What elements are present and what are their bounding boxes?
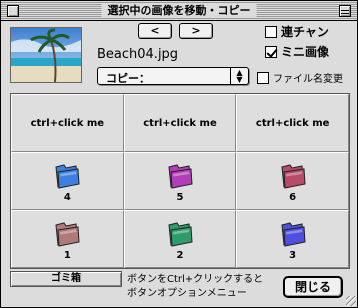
window-collapse-icon[interactable] bbox=[339, 5, 351, 17]
resize-grip[interactable] bbox=[346, 296, 356, 306]
hint-line-2: ボタンオプションメニュー bbox=[127, 288, 247, 299]
rename-file-checkbox[interactable] bbox=[257, 71, 269, 84]
folder-icon bbox=[281, 222, 306, 247]
ctrl-click-label: ctrl+click me bbox=[30, 117, 105, 129]
window-title: 選択中の画像を移動・コピー bbox=[101, 3, 257, 18]
rename-file-option[interactable]: ファイル名変更 bbox=[257, 70, 343, 85]
folder-number-label: 5 bbox=[176, 192, 184, 203]
title-bar[interactable]: 選択中の画像を移動・コピー bbox=[1, 1, 357, 21]
folder-number-label: 4 bbox=[63, 192, 71, 203]
folder-button[interactable]: 6 bbox=[236, 152, 349, 210]
mini-image-checkbox[interactable] bbox=[265, 45, 277, 58]
folder-number-label: 1 bbox=[63, 250, 71, 261]
beach-thumbnail bbox=[11, 28, 81, 82]
hint-line-1: ボタンをCtrl+クリックすると bbox=[127, 274, 264, 285]
move-copy-window: 選択中の画像を移動・コピー < > Beach04.jpg 連チャン ミニ画像 bbox=[0, 0, 358, 308]
renchan-option[interactable]: 連チャン bbox=[265, 23, 329, 40]
next-button[interactable]: > bbox=[179, 23, 213, 39]
renchan-label: 連チャン bbox=[281, 25, 329, 39]
mode-popup-value: コピー： bbox=[106, 72, 150, 85]
hint-text: ボタンをCtrl+クリックすると ボタンオプションメニュー bbox=[127, 273, 263, 301]
ctrl-click-label: ctrl+click me bbox=[255, 117, 330, 129]
destination-grid: ctrl+click me ctrl+click me ctrl+click me 4… bbox=[10, 93, 350, 269]
folder-number-label: 2 bbox=[176, 250, 184, 261]
folder-icon bbox=[281, 164, 306, 189]
folder-button[interactable]: 4 bbox=[11, 152, 124, 210]
folder-icon bbox=[168, 222, 193, 247]
up-down-arrows-icon: ▲ ▼ bbox=[230, 68, 248, 84]
image-preview bbox=[10, 27, 82, 83]
folder-button[interactable]: 1 bbox=[11, 210, 124, 268]
window-close-icon[interactable] bbox=[7, 5, 19, 17]
mini-image-option[interactable]: ミニ画像 bbox=[265, 43, 329, 60]
close-button[interactable]: 閉じる bbox=[283, 276, 343, 298]
ctrl-click-button[interactable]: ctrl+click me bbox=[123, 94, 237, 152]
folder-number-label: 3 bbox=[289, 250, 297, 261]
previous-button[interactable]: < bbox=[138, 23, 172, 39]
folder-button[interactable]: 3 bbox=[236, 210, 349, 268]
folder-button[interactable]: 5 bbox=[123, 152, 237, 210]
filename-label: Beach04.jpg bbox=[97, 47, 179, 62]
ctrl-click-label: ctrl+click me bbox=[143, 117, 217, 129]
ctrl-click-button[interactable]: ctrl+click me bbox=[11, 94, 124, 152]
rename-file-label: ファイル名変更 bbox=[273, 74, 343, 85]
trash-button[interactable]: ゴミ箱 bbox=[10, 271, 122, 287]
folder-icon bbox=[55, 222, 80, 247]
mode-popup[interactable]: コピー： ▲ ▼ bbox=[97, 67, 249, 85]
folder-icon bbox=[55, 164, 80, 189]
renchan-checkbox[interactable] bbox=[265, 25, 277, 38]
ctrl-click-button[interactable]: ctrl+click me bbox=[236, 94, 349, 152]
folder-button[interactable]: 2 bbox=[123, 210, 237, 268]
folder-number-label: 6 bbox=[289, 192, 297, 203]
folder-icon bbox=[168, 164, 193, 189]
mini-image-label: ミニ画像 bbox=[281, 45, 330, 59]
